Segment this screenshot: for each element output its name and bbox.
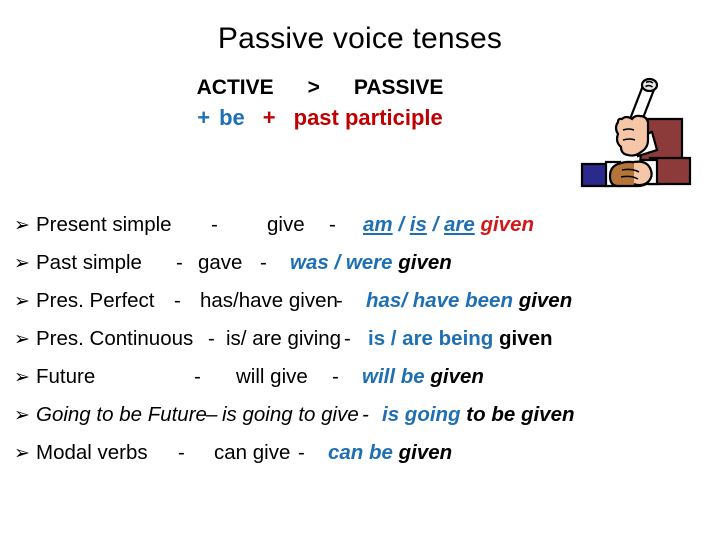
active-label: ACTIVE xyxy=(196,76,274,99)
arrow-bullet-icon: ➢ xyxy=(14,405,30,426)
tense-name: Future xyxy=(36,365,96,388)
separator-dash: - xyxy=(178,441,185,464)
passive-auxiliary-word: are xyxy=(443,213,475,236)
formula-line: + be + past participle xyxy=(0,101,640,134)
tense-row-text: Modal verbs - can give - can be given xyxy=(36,434,452,472)
separator-dash: - xyxy=(344,327,351,350)
formula-plus-one: + xyxy=(197,105,211,131)
formula-past-participle: past participle xyxy=(293,105,443,131)
formula-be: be xyxy=(219,105,245,131)
passive-participle: given xyxy=(398,251,452,274)
passive-participle: given xyxy=(430,365,484,388)
active-form: give xyxy=(267,213,305,236)
tense-row: ➢ Going to be Future– is going to give - is … xyxy=(14,396,714,434)
separator-dash: - xyxy=(332,365,339,388)
tense-row-text: Pres. Perfect - has/have given-has/ have b… xyxy=(36,282,572,320)
separator-dash: - xyxy=(194,365,201,388)
slash-separator: / xyxy=(398,213,405,236)
hand-diploma-handshake-image xyxy=(578,72,710,190)
separator-dash: - xyxy=(260,251,267,274)
active-form: will give xyxy=(236,365,308,388)
separator-dash: - xyxy=(176,251,183,274)
tense-name: Present simple xyxy=(36,213,172,236)
active-form: gave xyxy=(198,251,243,274)
separator-dash: - xyxy=(298,441,305,464)
active-form: is/ are giving xyxy=(226,327,342,350)
tense-name: Pres. Continuous xyxy=(36,327,194,350)
passive-auxiliary: am / is / are xyxy=(363,213,475,236)
separator-dash: - xyxy=(329,213,336,236)
tense-row-text: Going to be Future– is going to give - is g… xyxy=(36,396,575,434)
arrow-bullet-icon: ➢ xyxy=(14,367,30,388)
tense-list: ➢ Present simple - give - am / is / are given… xyxy=(14,206,714,472)
clipart-svg xyxy=(580,77,692,188)
tense-row: ➢ Present simple - give - am / is / are given xyxy=(14,206,714,244)
active-form: is going to give xyxy=(222,403,359,426)
separator-dash: – xyxy=(206,403,218,426)
tense-row-text: Present simple - give - am / is / are given xyxy=(36,206,534,244)
handshake xyxy=(580,156,692,188)
raised-hand xyxy=(614,114,650,157)
arrow-bullet-icon: ➢ xyxy=(14,291,30,312)
passive-participle: given xyxy=(480,213,534,236)
separator-dash: - xyxy=(336,289,343,312)
tense-row: ➢ Future - will give - will be given xyxy=(14,358,714,396)
tense-row: ➢ Modal verbs - can give - can be given xyxy=(14,434,714,472)
passive-auxiliary: is / are being xyxy=(368,327,494,350)
separator-dash: - xyxy=(208,327,215,350)
tense-row-text: Pres. Continuous - is/ are giving - is / are… xyxy=(36,320,553,358)
passive-auxiliary: has/ have been xyxy=(366,289,513,312)
passive-auxiliary: is going xyxy=(382,403,461,426)
tense-row-text: Past simple - gave - was / were given xyxy=(36,244,452,282)
passive-auxiliary: was / were xyxy=(290,251,393,274)
formula-plus-two: + xyxy=(262,105,276,131)
arrow-bullet-icon: ➢ xyxy=(14,443,30,464)
passive-participle: given xyxy=(499,327,553,350)
active-passive-line: ACTIVE > PASSIVE xyxy=(0,75,640,101)
tense-row: ➢ Pres. Continuous - is/ are giving - is / ar… xyxy=(14,320,714,358)
arrow-symbol: > xyxy=(307,76,320,99)
page-title: Passive voice tenses xyxy=(217,22,503,55)
separator-dash: - xyxy=(211,213,218,236)
tense-name: Modal verbs xyxy=(36,441,148,464)
passive-label: PASSIVE xyxy=(353,76,444,99)
active-form: has/have given xyxy=(200,289,338,312)
passive-participle: given xyxy=(518,289,573,312)
passive-auxiliary: will be xyxy=(362,365,425,388)
tense-row: ➢ Pres. Perfect - has/have given-has/ have … xyxy=(14,282,714,320)
arrow-bullet-icon: ➢ xyxy=(14,253,30,274)
passive-auxiliary: can be xyxy=(328,441,393,464)
tense-row-text: Future - will give - will be given xyxy=(36,358,484,396)
passive-auxiliary-word: is xyxy=(409,213,427,236)
arrow-bullet-icon: ➢ xyxy=(14,329,30,350)
passive-formula-header: ACTIVE > PASSIVE + be + past participle xyxy=(0,75,640,134)
separator-dash: - xyxy=(174,289,181,312)
passive-participle: given xyxy=(398,441,453,464)
slash-separator: / xyxy=(432,213,439,236)
separator-dash: - xyxy=(362,403,369,426)
active-form: can give xyxy=(214,441,291,464)
tense-row: ➢ Past simple - gave - was / were given xyxy=(14,244,714,282)
tense-name: Pres. Perfect xyxy=(36,289,155,312)
slide-canvas: Passive voice tenses ACTIVE > PASSIVE + be +… xyxy=(0,0,720,540)
tense-name: Going to be Future xyxy=(36,403,207,426)
passive-participle: to be given xyxy=(466,403,575,426)
passive-auxiliary-word: am xyxy=(363,213,393,236)
tense-name: Past simple xyxy=(36,251,142,274)
arrow-bullet-icon: ➢ xyxy=(14,215,30,236)
